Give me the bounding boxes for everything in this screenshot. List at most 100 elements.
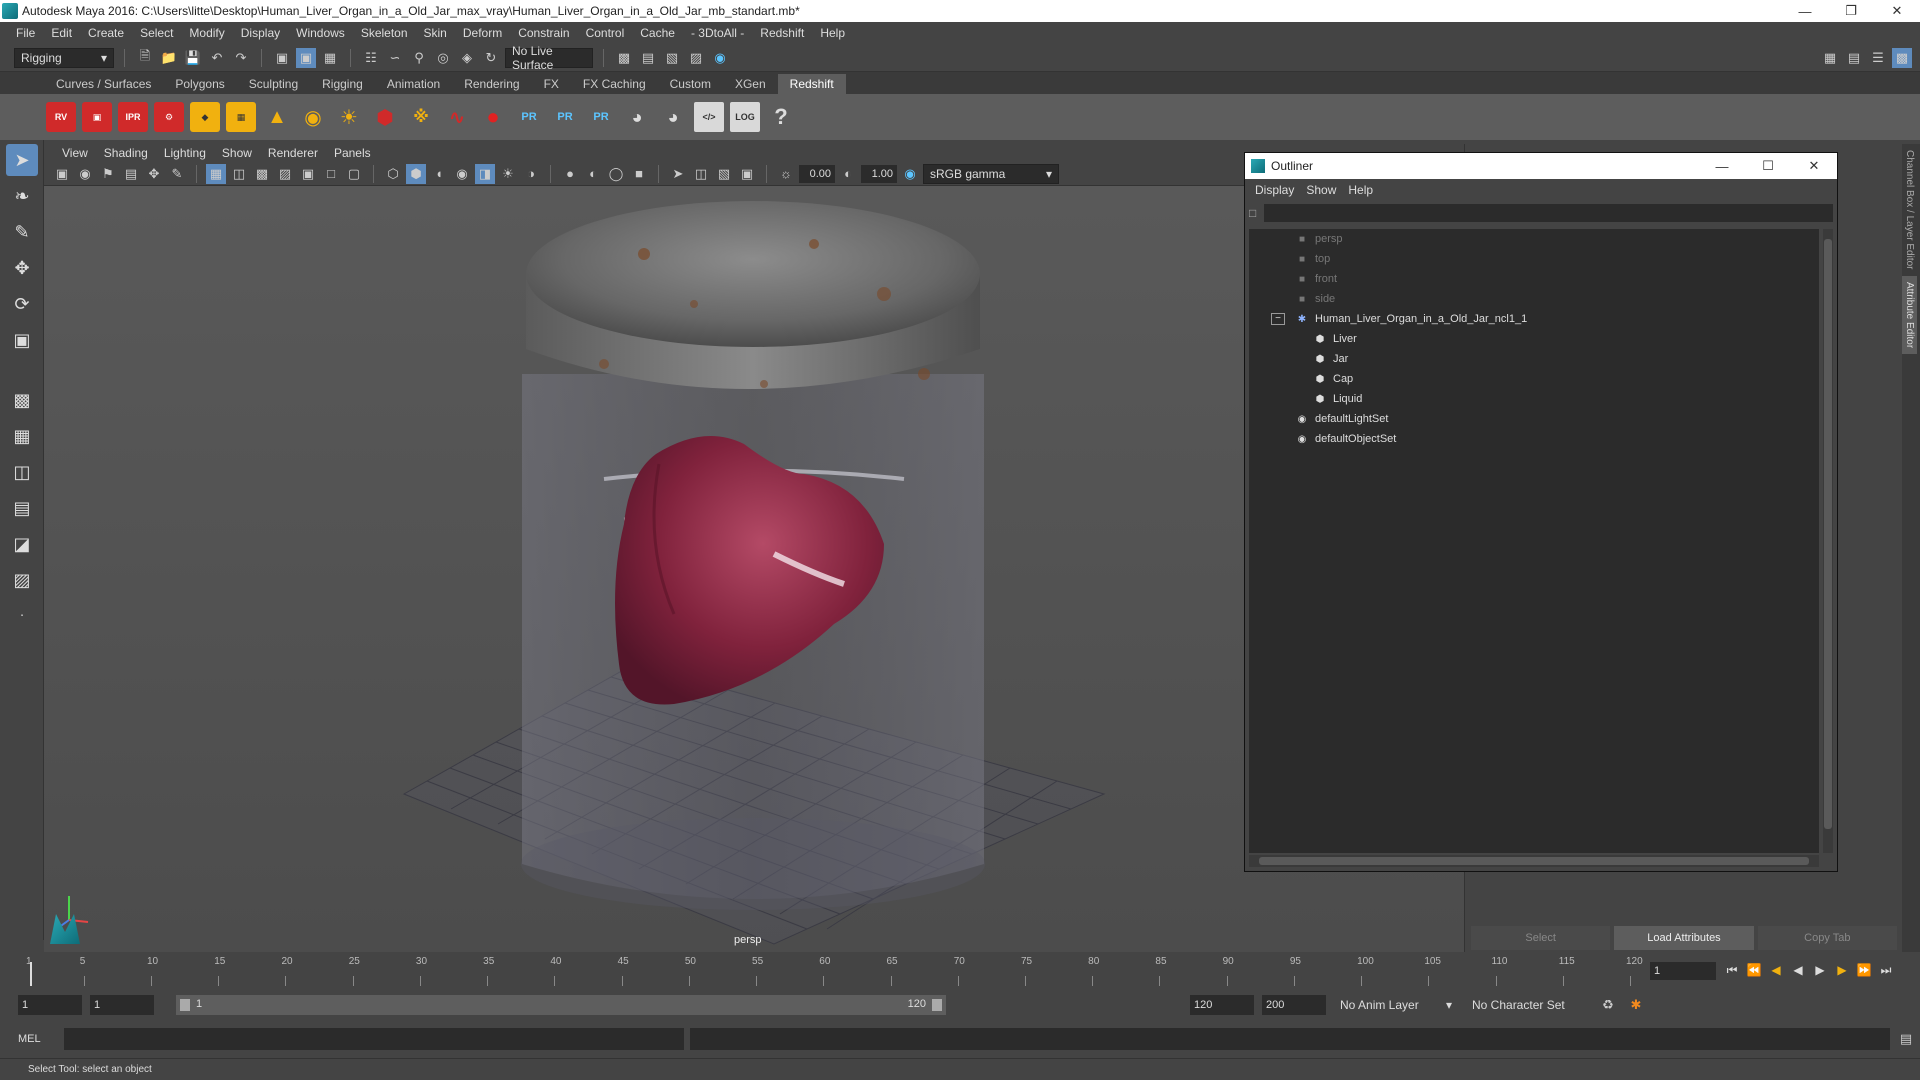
menu-select[interactable]: Select (132, 26, 181, 40)
tab-xgen[interactable]: XGen (723, 74, 778, 94)
redshift-ies-light-button[interactable]: ※ (406, 102, 436, 132)
hypershade-layout-icon[interactable]: ▨ (6, 564, 38, 596)
tree-node-persp[interactable]: ■ persp (1249, 229, 1819, 249)
select-object-icon[interactable]: ▣ (296, 47, 316, 68)
menu-display[interactable]: Display (233, 26, 288, 40)
minimize-button[interactable]: — (1782, 0, 1828, 22)
more-layouts-icon[interactable]: ‧ (6, 600, 38, 632)
redshift-settings-button[interactable]: ⚙ (154, 102, 184, 132)
redshift-grid-button[interactable]: ▦ (226, 102, 256, 132)
filter-icon[interactable]: □ (1249, 206, 1256, 220)
character-set-dropdown[interactable]: No Character Set (1466, 995, 1590, 1015)
preferences-icon[interactable]: ✱ (1626, 995, 1646, 1015)
tree-node-default-object-set[interactable]: ◉ defaultObjectSet (1249, 429, 1819, 449)
tool-settings-icon[interactable]: ☰ (1868, 48, 1888, 68)
select-button[interactable]: Select (1471, 926, 1611, 950)
menu-skeleton[interactable]: Skeleton (353, 26, 416, 40)
menu-create[interactable]: Create (80, 26, 132, 40)
ipr-render-icon[interactable]: ▧ (662, 48, 682, 68)
tab-rigging[interactable]: Rigging (310, 74, 375, 94)
make-live-icon[interactable]: ↻ (481, 48, 501, 68)
scroll-thumb[interactable] (1259, 857, 1809, 865)
animation-start-field[interactable]: 1 (18, 995, 82, 1015)
select-hierarchy-icon[interactable]: ▣ (272, 48, 292, 68)
script-editor-icon[interactable]: ▤ (1896, 1029, 1916, 1049)
tab-attribute-editor[interactable]: Attribute Editor (1902, 275, 1917, 354)
redshift-proxy-button[interactable]: ◆ (190, 102, 220, 132)
step-back-frame-icon[interactable]: ◀ (1768, 960, 1784, 980)
outliner-menu-help[interactable]: Help (1342, 183, 1379, 197)
hypershade-icon[interactable]: ◉ (710, 48, 730, 68)
snap-surface-icon[interactable]: ◈ (457, 48, 477, 68)
tab-channel-box[interactable]: Channel Box / Layer Editor (1902, 144, 1917, 276)
outliner-close-button[interactable]: ✕ (1791, 155, 1837, 177)
live-surface-field[interactable]: No Live Surface (505, 44, 593, 72)
outliner-menu-show[interactable]: Show (1300, 183, 1342, 197)
script-language-label[interactable]: MEL (18, 1033, 58, 1045)
redshift-script-button[interactable]: </> (694, 102, 724, 132)
tree-node-liver[interactable]: ⬢ Liver (1249, 329, 1819, 349)
playback-start-field[interactable]: 1 (90, 995, 154, 1015)
two-view-layout-icon[interactable]: ◫ (6, 456, 38, 488)
redshift-physical-light-button[interactable]: ⬢ (370, 102, 400, 132)
redshift-render-frame-button[interactable]: ▣ (82, 102, 112, 132)
outliner-horizontal-scrollbar[interactable] (1249, 855, 1819, 867)
anim-layer-dropdown[interactable]: No Anim Layer ▾ (1334, 995, 1458, 1015)
channel-box-toggle-icon[interactable]: ▤ (1844, 48, 1864, 68)
single-view-layout-icon[interactable]: ▩ (6, 384, 38, 416)
outliner-vertical-scrollbar[interactable] (1823, 229, 1833, 853)
animation-end-field[interactable]: 200 (1262, 995, 1326, 1015)
redshift-help-button[interactable]: ? (766, 102, 796, 132)
range-slider[interactable]: 1 120 (176, 995, 946, 1015)
attribute-editor-toggle-icon[interactable]: ▩ (1892, 47, 1912, 68)
redshift-pr-button-1[interactable]: PR (514, 102, 544, 132)
close-button[interactable]: ✕ (1874, 0, 1920, 22)
outliner-menu-display[interactable]: Display (1249, 183, 1300, 197)
tree-node-top[interactable]: ■ top (1249, 249, 1819, 269)
menuset-dropdown[interactable]: Rigging ▾ (14, 47, 114, 68)
new-scene-icon[interactable]: 🗎 (135, 48, 155, 68)
tree-node-default-light-set[interactable]: ◉ defaultLightSet (1249, 409, 1819, 429)
redshift-pr-button-3[interactable]: PR (586, 102, 616, 132)
redshift-ipr-button[interactable]: IPR (118, 102, 148, 132)
play-backward-icon[interactable]: ◀ (1790, 960, 1806, 980)
go-to-end-icon[interactable]: ⏭ (1878, 960, 1894, 980)
redo-icon[interactable]: ↷ (231, 48, 251, 68)
redshift-pr-button-2[interactable]: PR (550, 102, 580, 132)
tab-sculpting[interactable]: Sculpting (237, 74, 310, 94)
tab-fx-caching[interactable]: FX Caching (571, 74, 658, 94)
auto-key-icon[interactable]: ♻ (1598, 995, 1618, 1015)
redshift-render-view-button[interactable]: RV (46, 102, 76, 132)
menu-edit[interactable]: Edit (43, 26, 80, 40)
outliner-layout-icon[interactable]: ▤ (6, 492, 38, 524)
tab-rendering[interactable]: Rendering (452, 74, 531, 94)
tree-node-cap[interactable]: ⬢ Cap (1249, 369, 1819, 389)
redshift-dome-light-button[interactable]: ◉ (298, 102, 328, 132)
playback-end-field[interactable]: 120 (1190, 995, 1254, 1015)
menu-help[interactable]: Help (812, 26, 853, 40)
tab-polygons[interactable]: Polygons (163, 74, 236, 94)
outliner-titlebar[interactable]: Outliner — ☐ ✕ (1245, 153, 1837, 179)
current-frame-field[interactable]: 1 (1650, 962, 1716, 980)
menu-constrain[interactable]: Constrain (510, 26, 577, 40)
copy-tab-button[interactable]: Copy Tab (1757, 926, 1897, 950)
command-input[interactable] (64, 1028, 684, 1050)
tab-curves-surfaces[interactable]: Curves / Surfaces (44, 74, 163, 94)
menu-control[interactable]: Control (578, 26, 633, 40)
redshift-mesh-light-button[interactable]: ∿ (442, 102, 472, 132)
open-scene-icon[interactable]: 📁 (159, 48, 179, 68)
redshift-sun-sky-button[interactable]: ☀ (334, 102, 364, 132)
range-end-handle[interactable] (932, 999, 942, 1011)
tab-custom[interactable]: Custom (658, 74, 723, 94)
tree-node-liquid[interactable]: ⬢ Liquid (1249, 389, 1819, 409)
graph-layout-icon[interactable]: ◪ (6, 528, 38, 560)
tab-redshift[interactable]: Redshift (777, 74, 846, 94)
snap-point-icon[interactable]: ⚲ (409, 48, 429, 68)
render-frame-icon[interactable]: ▤ (638, 48, 658, 68)
outliner-maximize-button[interactable]: ☐ (1745, 155, 1791, 177)
scale-tool-icon[interactable]: ▣ (6, 324, 38, 356)
tree-node-front[interactable]: ■ front (1249, 269, 1819, 289)
render-view-icon[interactable]: ▨ (686, 48, 706, 68)
save-scene-icon[interactable]: 💾 (183, 48, 203, 68)
time-ruler[interactable]: 1 5 10 15 20 25 30 35 40 45 50 55 60 65 70 75 80 85 90 95 10… (26, 956, 1650, 986)
